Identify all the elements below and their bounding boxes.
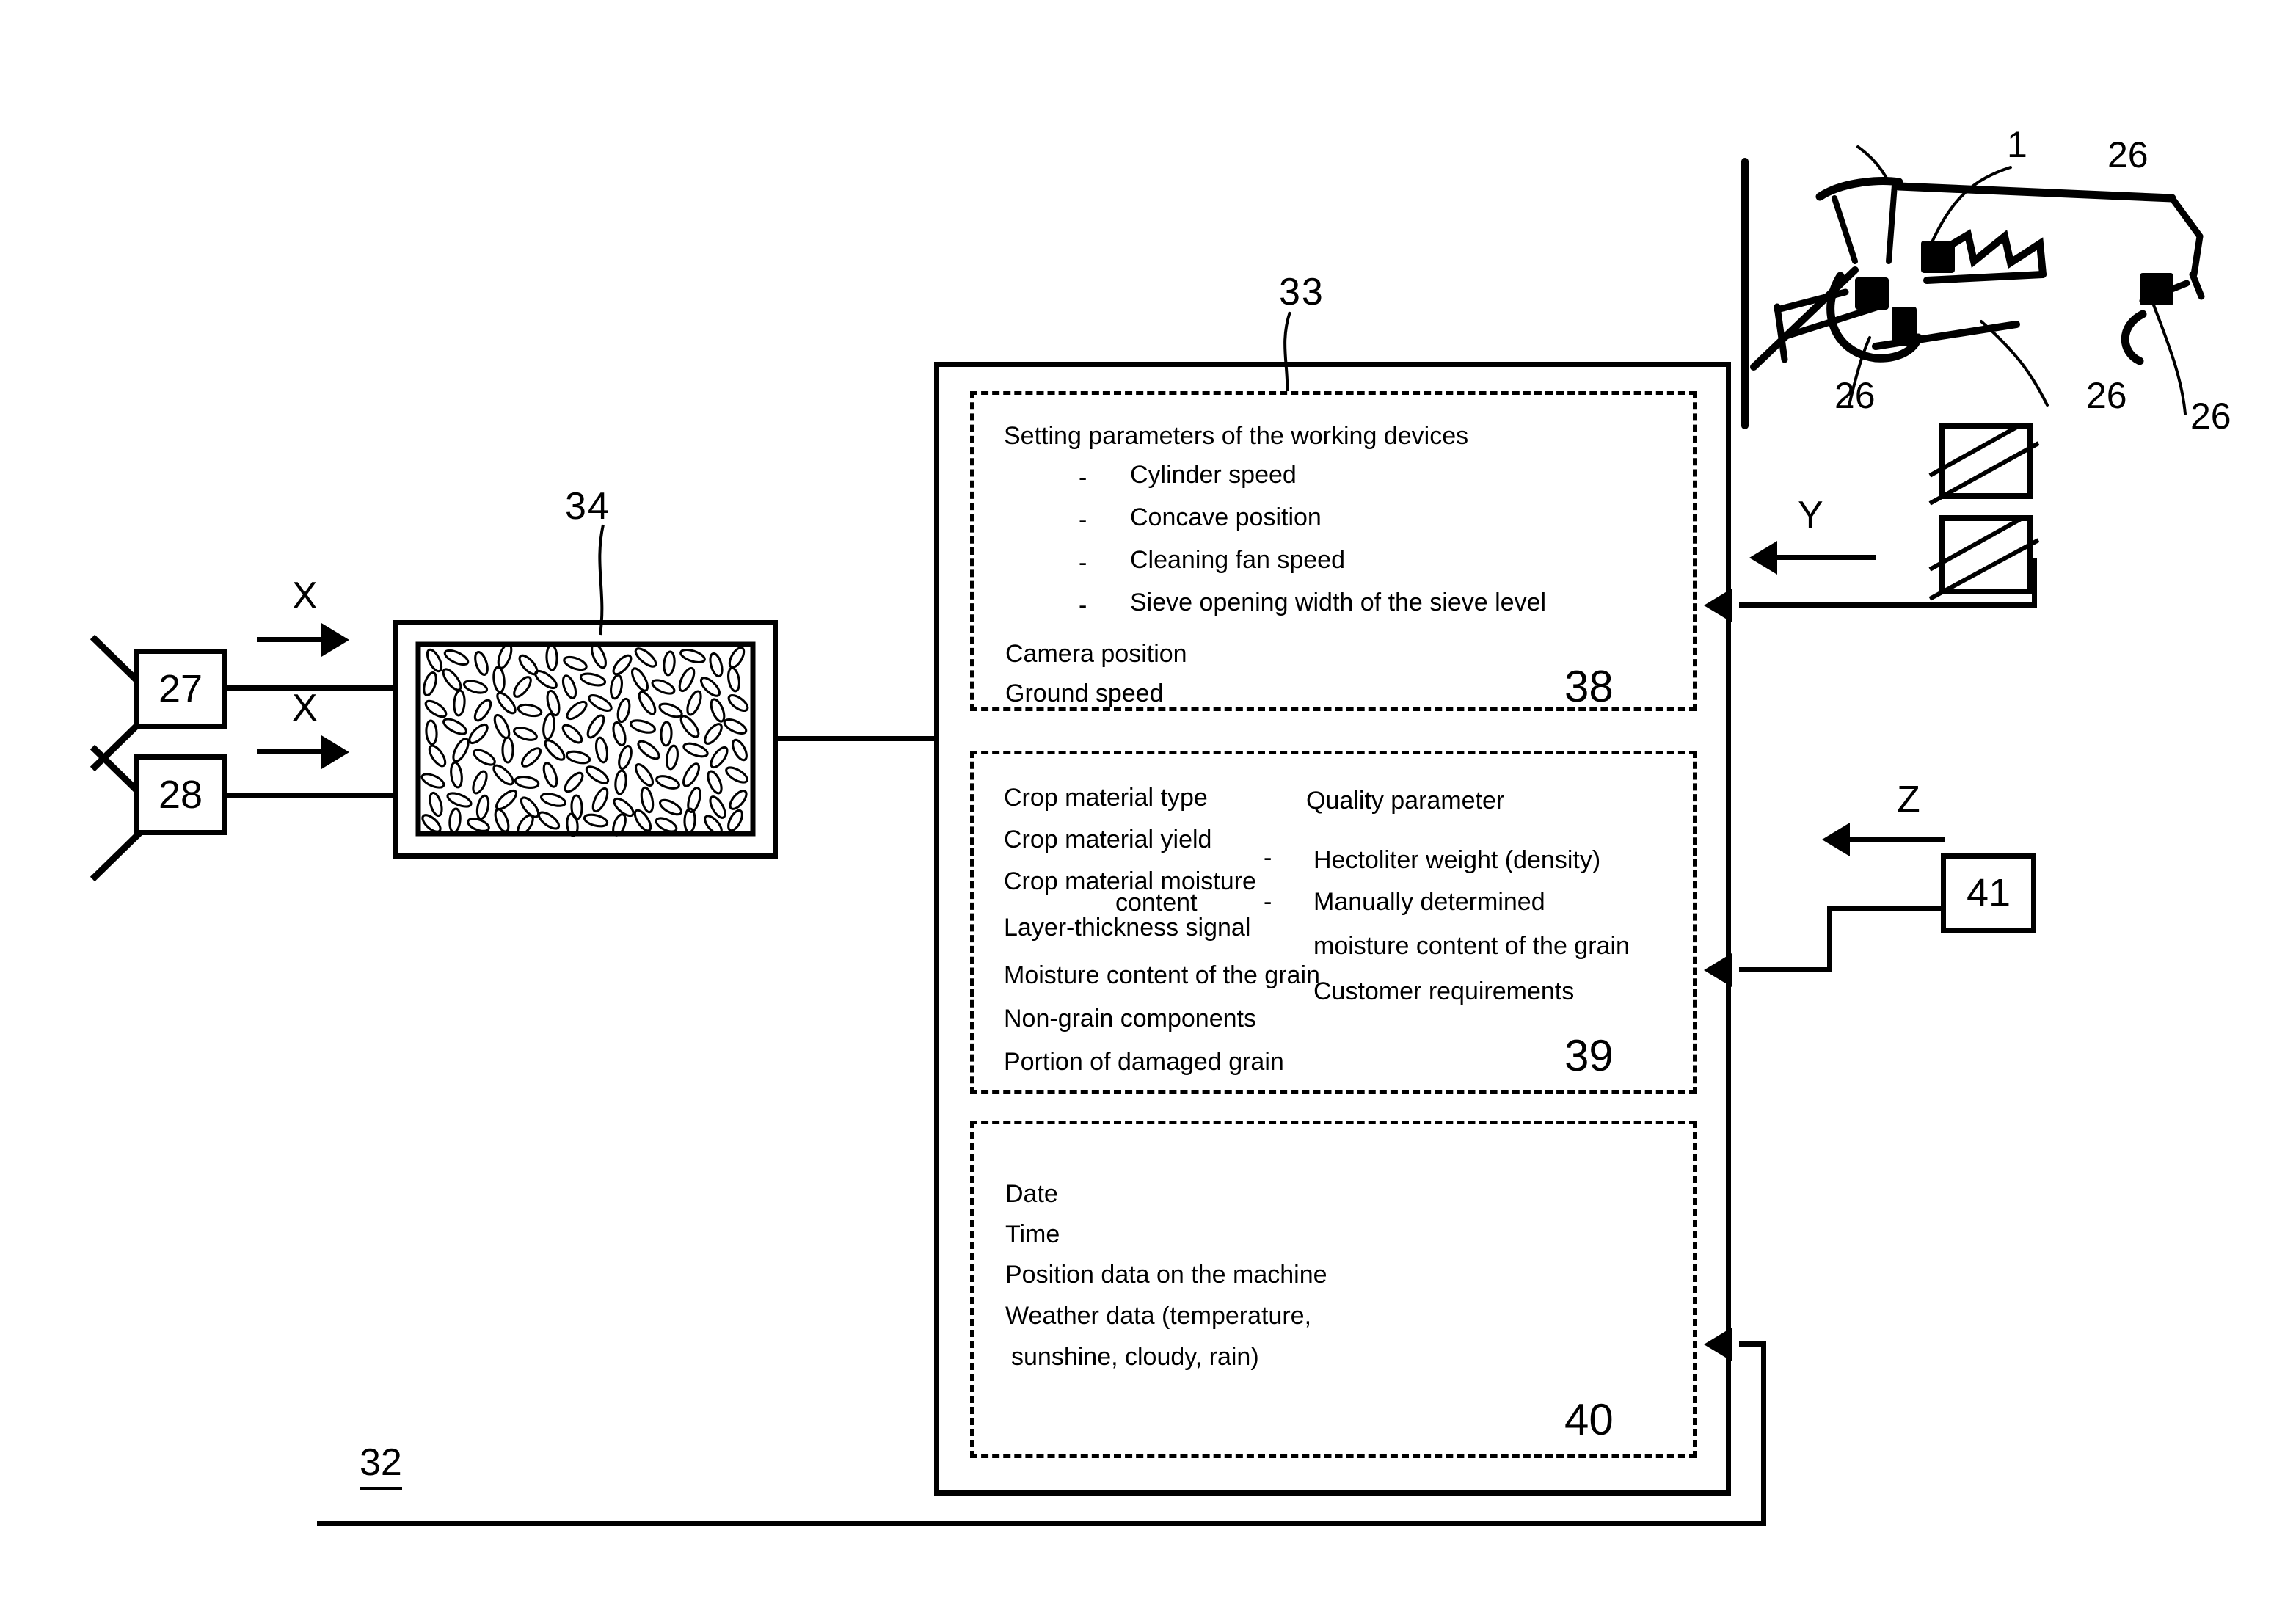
meta-block-number: 40 bbox=[1564, 1395, 1614, 1444]
quality-item-1: Manually determined bbox=[1313, 888, 1545, 916]
bottom-bus-horizontal bbox=[317, 1521, 1766, 1526]
crop-item-3: content bbox=[1115, 889, 1198, 917]
hatched-sample-box-upper bbox=[1928, 423, 2040, 506]
crop-item-5: Moisture content of the grain bbox=[1004, 961, 1320, 989]
settings-bullet-0: Cylinder speed bbox=[1130, 461, 1297, 489]
sensor-27-label: 27 bbox=[158, 667, 203, 711]
grain-image-texture bbox=[415, 641, 756, 837]
crop-item-7: Portion of damaged grain bbox=[1004, 1048, 1284, 1076]
flow-arrow-x-bottom-shaft bbox=[257, 749, 323, 754]
meta-item-1: Time bbox=[1005, 1220, 1060, 1248]
flow-arrow-y-head bbox=[1749, 541, 1777, 575]
wire-41-arrowhead-into-39 bbox=[1704, 953, 1732, 987]
settings-bullet-marker-3: - bbox=[1079, 591, 1087, 619]
quality-item-2: moisture content of the grain bbox=[1313, 932, 1630, 960]
settings-extra-0: Camera position bbox=[1005, 640, 1187, 668]
settings-extra-1: Ground speed bbox=[1005, 680, 1164, 707]
wire-image-to-record bbox=[776, 736, 938, 741]
wire-41-left-stub bbox=[1827, 906, 1943, 911]
sensor-28-label: 28 bbox=[158, 773, 203, 817]
wire-sensor28-to-image bbox=[227, 793, 393, 798]
data-record-33-number: 33 bbox=[1279, 271, 1324, 313]
external-source-41-box[interactable]: 41 bbox=[1941, 853, 2036, 933]
crop-item-6: Non-grain components bbox=[1004, 1005, 1256, 1033]
flow-arrow-z-shaft bbox=[1849, 837, 1945, 842]
harvester-callout-26-d: 26 bbox=[2190, 396, 2231, 437]
bus-y-vertical bbox=[2032, 558, 2037, 608]
bus-y-arrowhead-into-38 bbox=[1704, 589, 1732, 622]
quality-item-0: Hectoliter weight (density) bbox=[1313, 846, 1601, 874]
sensor-27-box[interactable]: 27 bbox=[134, 649, 227, 729]
wire-41-vertical bbox=[1827, 906, 1832, 972]
bottom-bus-into-40 bbox=[1739, 1341, 1765, 1347]
hatched-sample-box-lower bbox=[1928, 515, 2040, 601]
crop-item-0: Crop material type bbox=[1004, 784, 1208, 812]
bus-y-horizontal bbox=[1739, 602, 2037, 608]
settings-bullet-2: Cleaning fan speed bbox=[1130, 546, 1346, 574]
quality-heading: Quality parameter bbox=[1306, 787, 1505, 815]
settings-bullet-marker-2: - bbox=[1079, 549, 1087, 577]
settings-heading: Setting parameters of the working device… bbox=[1004, 422, 1469, 450]
harvester-callout-26-b: 26 bbox=[1834, 375, 1876, 416]
flow-arrow-x-top-head bbox=[321, 623, 349, 657]
bottom-bus-vertical bbox=[1761, 1341, 1766, 1525]
crop-block-number: 39 bbox=[1564, 1031, 1614, 1080]
settings-bullet-3: Sieve opening width of the sieve level bbox=[1130, 589, 1547, 616]
sensor-28-box[interactable]: 28 bbox=[134, 754, 227, 835]
flow-label-z: Z bbox=[1897, 779, 1922, 821]
flow-label-y: Y bbox=[1798, 494, 1825, 536]
meta-item-2: Position data on the machine bbox=[1005, 1261, 1327, 1289]
external-source-41-label: 41 bbox=[1966, 871, 2011, 915]
crop-item-4: Layer-thickness signal bbox=[1004, 914, 1251, 942]
flow-label-x-bottom: X bbox=[292, 687, 319, 729]
patent-figure: 27 28 X X 34 33 Setting parameters of th… bbox=[0, 0, 2296, 1624]
bottom-bus-arrowhead-into-40 bbox=[1704, 1328, 1732, 1361]
meta-item-0: Date bbox=[1005, 1180, 1058, 1208]
quality-bullet-marker-1: - bbox=[1264, 888, 1272, 916]
flow-arrow-x-bottom-head bbox=[321, 735, 349, 769]
settings-bullet-marker-0: - bbox=[1079, 464, 1087, 492]
settings-block-number: 38 bbox=[1564, 662, 1614, 711]
meta-item-3: Weather data (temperature, bbox=[1005, 1302, 1312, 1330]
crop-item-1: Crop material yield bbox=[1004, 826, 1212, 853]
leader-line-34 bbox=[598, 524, 605, 636]
baseline-32-number: 32 bbox=[360, 1441, 402, 1490]
flow-arrow-y-shaft bbox=[1777, 555, 1876, 560]
image-block-34-number: 34 bbox=[565, 485, 611, 528]
quality-bullet-marker-0: - bbox=[1264, 844, 1272, 872]
flow-arrow-z-head bbox=[1822, 823, 1850, 856]
settings-bullet-marker-1: - bbox=[1079, 506, 1087, 534]
harvester-callout-1: 1 bbox=[2007, 124, 2027, 165]
wire-41-to-39 bbox=[1739, 967, 1831, 972]
quality-item-3: Customer requirements bbox=[1313, 977, 1575, 1005]
flow-label-x-top: X bbox=[292, 575, 319, 617]
harvester-callout-26-a: 26 bbox=[2107, 134, 2149, 175]
harvester-callout-26-c: 26 bbox=[2086, 375, 2127, 416]
combine-harvester-schematic bbox=[1741, 145, 2205, 429]
settings-bullet-1: Concave position bbox=[1130, 503, 1322, 531]
meta-item-4: sunshine, cloudy, rain) bbox=[1011, 1343, 1259, 1371]
flow-arrow-x-top-shaft bbox=[257, 637, 323, 642]
